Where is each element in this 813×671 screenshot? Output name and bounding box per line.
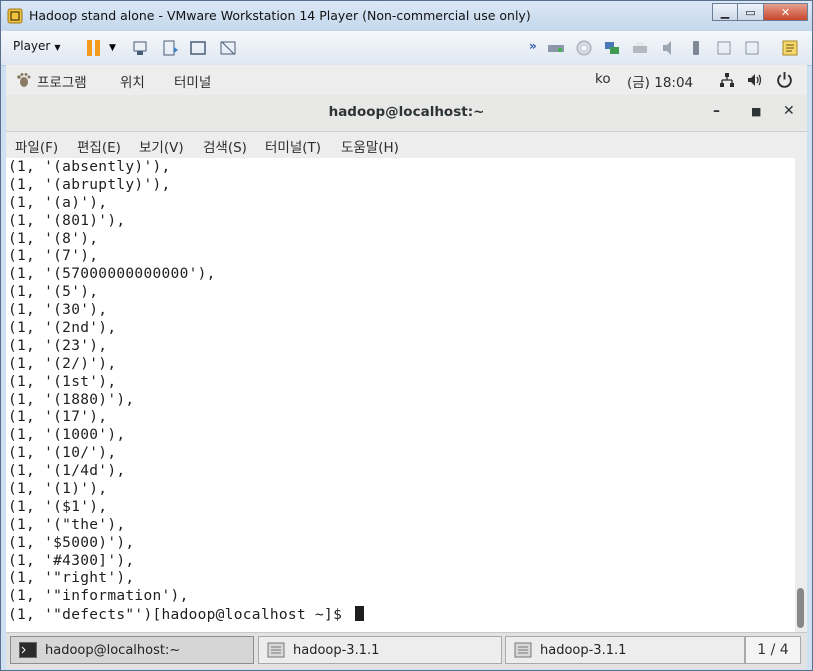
printer-icon[interactable] <box>631 39 649 57</box>
input-method-indicator[interactable]: ko <box>595 71 611 87</box>
terminal-title: hadoop@localhost:~ <box>328 104 485 120</box>
terminal-menubar: 파일(F) 편집(E) 보기(V) 검색(S) 터미널(T) 도움말(H) <box>6 132 807 158</box>
menu-view[interactable]: 보기(V) <box>139 136 184 156</box>
menu-terminal[interactable]: 터미널(T) <box>265 136 321 156</box>
minimize-icon: ▁ <box>720 5 730 19</box>
maximize-button[interactable]: ▭ <box>738 3 764 21</box>
vmware-icon <box>7 8 23 24</box>
task-label: hadoop-3.1.1 <box>293 643 380 658</box>
output-line: (1, '"information'), <box>8 588 189 605</box>
close-icon: ✕ <box>783 103 795 119</box>
menu-edit[interactable]: 편집(E) <box>77 136 121 156</box>
task-label: hadoop@localhost:~ <box>45 643 181 658</box>
applications-menu[interactable]: 프로그램 <box>37 71 87 91</box>
output-line: (1, '("the'), <box>8 516 126 533</box>
output-line: (1, '($1'), <box>8 498 108 515</box>
output-line: (1, '(7'), <box>8 248 99 265</box>
floppy-icon[interactable] <box>715 39 733 57</box>
task-terminal[interactable]: hadoop@localhost:~ <box>10 636 254 664</box>
usb-icon[interactable] <box>687 39 705 57</box>
output-line: (1, '(30'), <box>8 302 108 319</box>
minimize-icon: – <box>713 103 720 119</box>
terminal-minimize-button[interactable]: – <box>713 103 720 119</box>
output-line: (1, '(1)'), <box>8 481 108 498</box>
pause-icon[interactable] <box>85 39 103 57</box>
task-label: hadoop-3.1.1 <box>540 643 627 658</box>
file-manager-icon <box>514 642 532 658</box>
menu-search[interactable]: 검색(S) <box>203 136 247 156</box>
menu-file[interactable]: 파일(F) <box>15 136 58 156</box>
text-cursor <box>355 606 365 622</box>
output-line: (1, '(1000'), <box>8 427 126 444</box>
prompt-text: (1, '"defects"')[hadoop@localhost ~]$ <box>8 607 352 624</box>
output-line: (1, '#4300]'), <box>8 552 135 569</box>
task-file-manager-1[interactable]: hadoop-3.1.1 <box>258 636 502 664</box>
vmware-titlebar: Hadoop stand alone - VMware Workstation … <box>1 1 812 31</box>
menu-help[interactable]: 도움말(H) <box>341 136 399 156</box>
volume-icon[interactable] <box>747 72 763 88</box>
removable-devices-icon[interactable] <box>161 39 179 57</box>
output-line: (1, '(2/)'), <box>8 355 117 372</box>
output-line: (1, '"right'), <box>8 570 135 587</box>
message-log-icon[interactable] <box>781 39 799 57</box>
output-line: (1, '(abruptly)'), <box>8 176 171 193</box>
scrollbar-thumb[interactable] <box>797 588 804 628</box>
terminal-maximize-button[interactable]: ■ <box>751 105 761 118</box>
gnome-taskbar: hadoop@localhost:~ hadoop-3.1.1 hadoop-3… <box>6 632 807 669</box>
output-line: (1, '(23'), <box>8 337 108 354</box>
terminal-close-button[interactable]: ✕ <box>783 103 795 119</box>
prompt-line[interactable]: (1, '"defects"')[hadoop@localhost ~]$ <box>8 606 365 624</box>
sound-card-icon[interactable] <box>659 39 677 57</box>
more-devices-icon[interactable]: » <box>529 39 547 57</box>
file-manager-icon <box>267 642 285 658</box>
output-line: (1, '(1/4d'), <box>8 463 126 480</box>
player-menu-button[interactable]: Player ▼ <box>13 39 61 53</box>
pause-dropdown-icon[interactable]: ▼ <box>109 43 127 61</box>
hard-disk-icon[interactable] <box>547 39 565 57</box>
places-menu[interactable]: 위치 <box>120 71 145 91</box>
output-line: (1, '(57000000000000'), <box>8 266 216 283</box>
terminal-output[interactable]: (1, '(absently)'), (1, '(abruptly)'), (1… <box>6 158 795 632</box>
terminal-scrollbar[interactable] <box>795 158 807 632</box>
output-line: (1, '(1st'), <box>8 373 117 390</box>
close-button[interactable]: ✕ <box>764 3 808 21</box>
cd-dvd-icon[interactable] <box>575 39 593 57</box>
output-line: (1, '(absently)'), <box>8 159 171 175</box>
clock[interactable]: (금) 18:04 <box>627 71 693 91</box>
maximize-icon: ▭ <box>745 5 756 19</box>
chevron-down-icon: ▼ <box>54 43 61 52</box>
output-line: (1, '(17'), <box>8 409 108 426</box>
terminal-app-menu[interactable]: 터미널 <box>174 71 211 91</box>
terminal-icon <box>19 642 37 658</box>
gnome-foot-icon <box>17 73 31 87</box>
output-line: (1, '(a)'), <box>8 194 108 211</box>
workspace-switcher[interactable]: 1 / 4 <box>745 636 801 664</box>
unity-icon[interactable] <box>219 39 237 57</box>
task-file-manager-2[interactable]: hadoop-3.1.1 <box>505 636 745 664</box>
power-icon[interactable] <box>776 71 793 88</box>
output-line: (1, '(801)'), <box>8 212 126 229</box>
output-line: (1, '(1880)'), <box>8 391 135 408</box>
output-line: (1, '(8'), <box>8 230 99 247</box>
output-line: (1, '$5000)'), <box>8 534 135 551</box>
display-icon[interactable] <box>743 39 761 57</box>
minimize-button[interactable]: ▁ <box>712 3 738 21</box>
fullscreen-icon[interactable] <box>189 39 207 57</box>
gnome-top-bar: 프로그램 위치 터미널 ko (금) 18:04 <box>6 65 807 96</box>
output-line: (1, '(5'), <box>8 284 99 301</box>
vmware-toolbar: Player ▼ ▼ » <box>1 31 812 66</box>
maximize-icon: ■ <box>751 105 762 118</box>
vmware-window: Hadoop stand alone - VMware Workstation … <box>0 0 813 671</box>
send-ctrl-alt-del-icon[interactable] <box>131 39 149 57</box>
output-line: (1, '(10/'), <box>8 445 117 462</box>
window-title: Hadoop stand alone - VMware Workstation … <box>29 8 531 23</box>
player-menu-label: Player <box>13 39 51 53</box>
terminal-header: hadoop@localhost:~ – ■ ✕ <box>6 95 807 132</box>
close-icon: ✕ <box>780 5 791 19</box>
network-icon[interactable] <box>719 72 735 88</box>
network-adapter-icon[interactable] <box>603 39 621 57</box>
output-line: (1, '(2nd'), <box>8 320 117 337</box>
